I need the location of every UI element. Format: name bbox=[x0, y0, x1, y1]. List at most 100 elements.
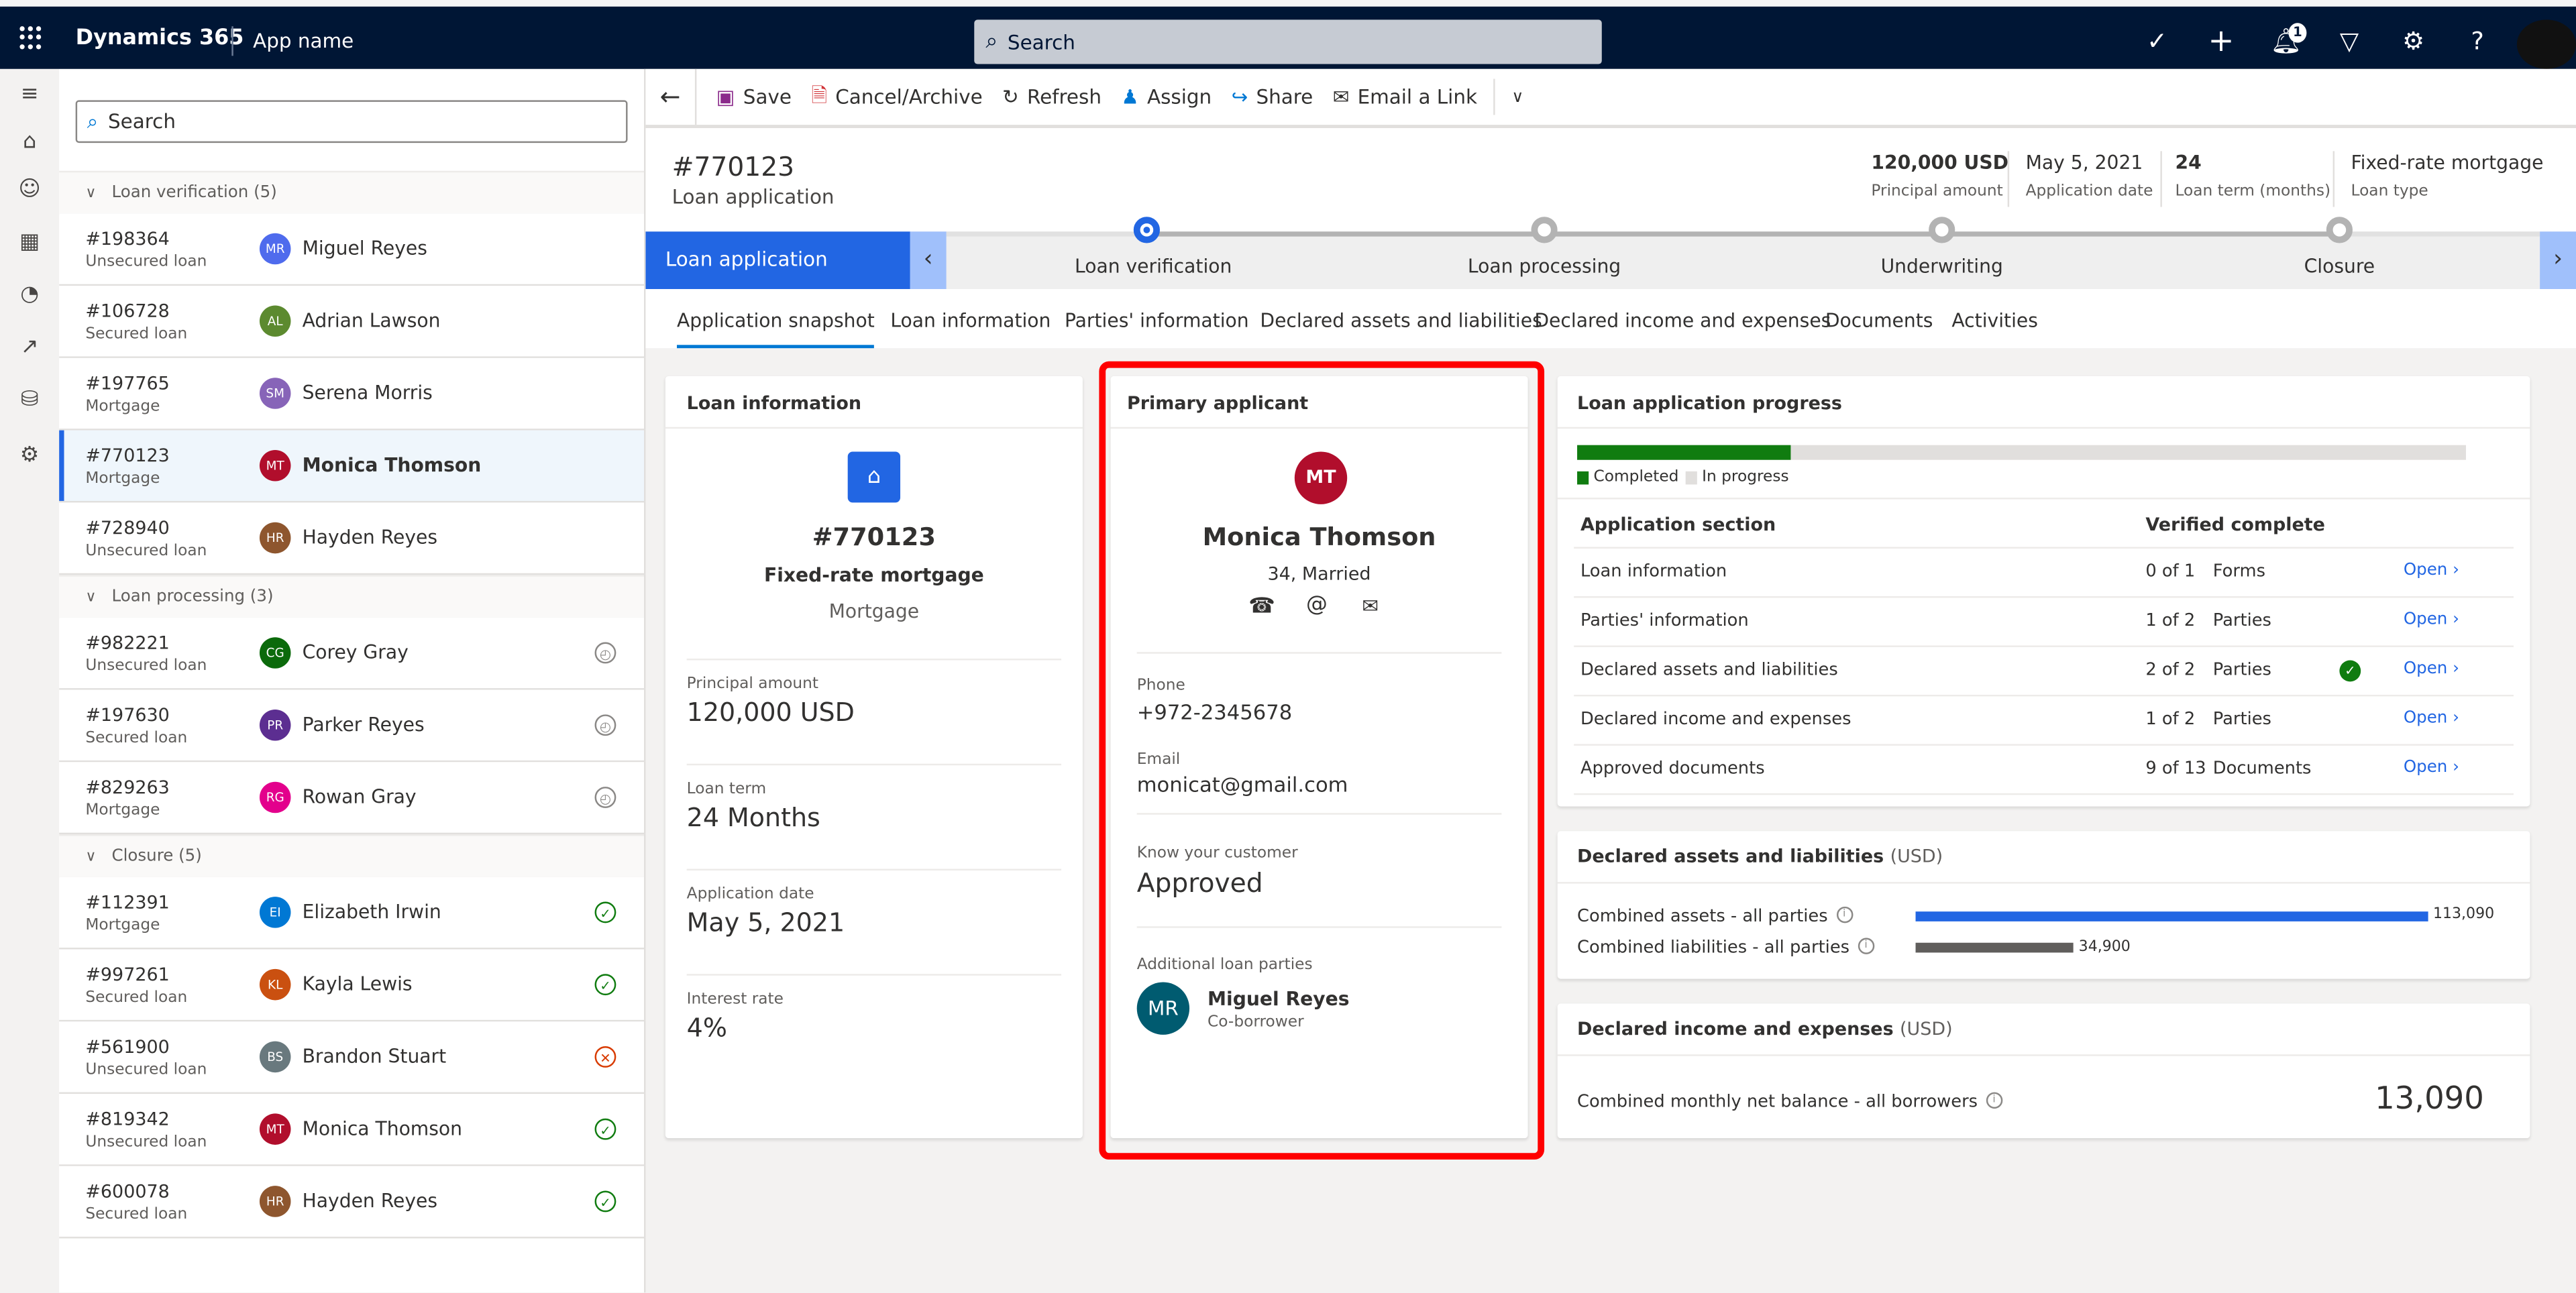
loan-type: Unsecured loan bbox=[85, 1133, 207, 1151]
brand-name[interactable]: Dynamics 365 bbox=[76, 26, 244, 51]
tab-declared-assets-liabilities[interactable]: Declared assets and liabilities bbox=[1260, 308, 1542, 331]
line-chart-icon[interactable]: ↗ bbox=[15, 333, 44, 363]
open-section-link[interactable]: Open › bbox=[2404, 660, 2459, 678]
list-item[interactable]: #197630 Secured loan PR Parker Reyes ◴ bbox=[59, 689, 645, 763]
progress-bar-track bbox=[1577, 445, 2466, 460]
header-field-loan-term: 24 Loan term (months) bbox=[2175, 151, 2330, 200]
list-item[interactable]: #561900 Unsecured loan BS Brandon Stuart ✕ bbox=[59, 1021, 645, 1094]
error-circle-icon: ✕ bbox=[594, 1046, 616, 1068]
clock-icon: ◴ bbox=[594, 714, 616, 736]
info-icon[interactable]: i bbox=[1858, 938, 1874, 954]
task-icon[interactable]: ✓ bbox=[2142, 26, 2171, 56]
info-icon[interactable]: i bbox=[1986, 1092, 2002, 1109]
assign-button[interactable]: ♟︎ Assign bbox=[1121, 85, 1212, 108]
avatar: MR bbox=[259, 233, 291, 265]
home-icon[interactable]: ⌂ bbox=[15, 128, 44, 158]
liabilities-bar bbox=[1915, 942, 2074, 953]
save-button[interactable]: ▣ Save bbox=[716, 85, 792, 108]
cancel-archive-button[interactable]: 🗎︎ Cancel/Archive bbox=[811, 80, 982, 114]
info-icon[interactable]: i bbox=[1835, 906, 1853, 923]
card-title-unit: (USD) bbox=[1890, 846, 1943, 868]
stage-node-closure[interactable] bbox=[2326, 217, 2353, 243]
stage-label[interactable]: Loan processing bbox=[1413, 255, 1676, 278]
share-button[interactable]: ↪ Share bbox=[1232, 85, 1313, 108]
tab-parties-information[interactable]: Parties' information bbox=[1065, 308, 1249, 331]
add-icon[interactable]: + bbox=[2206, 25, 2236, 57]
stage-label[interactable]: Closure bbox=[2208, 255, 2471, 278]
open-section-link[interactable]: Open › bbox=[2404, 758, 2459, 777]
bpf-previous-button[interactable]: ‹ bbox=[910, 231, 947, 290]
stage-label[interactable]: Underwriting bbox=[1811, 255, 2074, 278]
hamburger-icon[interactable]: ≡ bbox=[15, 80, 44, 110]
verified-count: 1 of 2 bbox=[2145, 611, 2196, 631]
applicant-name: Parker Reyes bbox=[302, 712, 425, 736]
open-section-link[interactable]: Open › bbox=[2404, 611, 2459, 629]
list-item[interactable]: #197765 Mortgage SM Serena Morris bbox=[59, 357, 645, 431]
more-commands-button[interactable]: ∨ bbox=[1511, 88, 1523, 106]
column-header-verified: Verified complete bbox=[2145, 514, 2325, 536]
applicant-name: Elizabeth Irwin bbox=[302, 900, 441, 923]
progress-table-row: Parties' information 1 of 2 Parties Open › bbox=[1558, 598, 2530, 645]
list-group-header[interactable]: ∨ Loan verification (5) bbox=[59, 170, 645, 215]
stage-label[interactable]: Loan verification bbox=[1022, 255, 1285, 278]
stage-node-loan-verification[interactable] bbox=[1133, 217, 1160, 243]
card-header-divider bbox=[1557, 1054, 2530, 1056]
loan-type: Unsecured loan bbox=[85, 253, 207, 272]
filter-icon[interactable]: ▽ bbox=[2334, 26, 2364, 56]
tab-activities[interactable]: Activities bbox=[1951, 308, 2037, 331]
header-field-value: 24 bbox=[2175, 151, 2202, 174]
avatar: PR bbox=[259, 709, 291, 741]
list-search-input[interactable]: ⌕ Search bbox=[75, 100, 628, 144]
database-settings-icon[interactable]: ⛁ bbox=[15, 386, 44, 416]
open-label: Open bbox=[2403, 758, 2448, 777]
tab-application-snapshot[interactable]: Application snapshot bbox=[676, 308, 875, 349]
list-item[interactable]: #600078 Secured loan HR Hayden Reyes ✓ bbox=[59, 1166, 645, 1239]
app-name[interactable]: App name bbox=[253, 30, 354, 52]
tab-documents[interactable]: Documents bbox=[1825, 308, 1933, 331]
list-item[interactable]: #112391 Mortgage EI Elizabeth Irwin ✓ bbox=[59, 877, 645, 950]
legend-swatch-in-progress bbox=[1685, 471, 1697, 485]
settings-icon[interactable]: ⚙ bbox=[15, 442, 44, 471]
user-avatar[interactable] bbox=[2516, 19, 2576, 69]
pie-chart-icon[interactable]: ◔ bbox=[15, 281, 44, 311]
email-link-button[interactable]: ✉ Email a Link bbox=[1333, 85, 1477, 108]
divider bbox=[686, 868, 1062, 870]
list-item[interactable]: #819342 Unsecured loan MT Monica Thomson ✓ bbox=[59, 1094, 645, 1166]
list-item[interactable]: #728940 Unsecured loan HR Hayden Reyes bbox=[59, 502, 645, 575]
loan-type: Secured loan bbox=[85, 325, 188, 343]
open-section-link[interactable]: Open › bbox=[2404, 562, 2459, 580]
assign-person-icon: ♟︎ bbox=[1121, 85, 1139, 109]
divider bbox=[686, 974, 1062, 976]
list-item[interactable]: #997261 Secured loan KL Kayla Lewis ✓ bbox=[59, 949, 645, 1022]
loan-type: Mortgage bbox=[85, 916, 160, 935]
tab-loan-information[interactable]: Loan information bbox=[890, 308, 1051, 331]
list-item[interactable]: #829263 Mortgage RG Rowan Gray ◴ bbox=[59, 762, 645, 835]
field-label: Principal amount bbox=[686, 675, 818, 693]
save-icon: ▣ bbox=[716, 85, 735, 109]
help-icon[interactable]: ? bbox=[2463, 26, 2492, 56]
list-item[interactable]: #770123 Mortgage MT Monica Thomson bbox=[59, 430, 645, 503]
back-button[interactable]: ← bbox=[645, 68, 697, 125]
list-item[interactable]: #106728 Secured loan AL Adrian Lawson bbox=[59, 286, 645, 358]
bpf-next-button[interactable]: › bbox=[2540, 231, 2576, 290]
loan-id: #561900 bbox=[85, 1036, 170, 1058]
tab-declared-income-expenses[interactable]: Declared income and expenses bbox=[1534, 308, 1831, 331]
loan-type: Unsecured loan bbox=[85, 657, 207, 675]
open-section-link[interactable]: Open › bbox=[2404, 710, 2459, 728]
contacts-icon[interactable]: ☺ bbox=[15, 176, 44, 205]
check-filled-icon: ✓ bbox=[2339, 660, 2361, 682]
refresh-button[interactable]: ↻ Refresh bbox=[1002, 85, 1102, 108]
list-group-header[interactable]: ∨ Closure (5) bbox=[59, 834, 645, 879]
app-launcher-icon[interactable] bbox=[19, 26, 42, 49]
stage-node-underwriting[interactable] bbox=[1929, 217, 1955, 243]
check-circle-icon: ✓ bbox=[594, 1190, 616, 1213]
list-item[interactable]: #198364 Unsecured loan MR Miguel Reyes bbox=[59, 213, 645, 286]
global-search-input[interactable]: ⌕ Search bbox=[974, 19, 1602, 64]
gear-icon[interactable]: ⚙ bbox=[2399, 26, 2428, 56]
bpf-active-process[interactable]: Loan application bbox=[645, 231, 910, 290]
stage-node-loan-processing[interactable] bbox=[1531, 217, 1558, 243]
list-item[interactable]: #982221 Unsecured loan CG Corey Gray ◴ bbox=[59, 617, 645, 690]
assets-bar bbox=[1915, 911, 2428, 921]
list-group-header[interactable]: ∨ Loan processing (3) bbox=[59, 575, 645, 620]
calendar-people-icon[interactable]: ▦ bbox=[15, 228, 44, 258]
